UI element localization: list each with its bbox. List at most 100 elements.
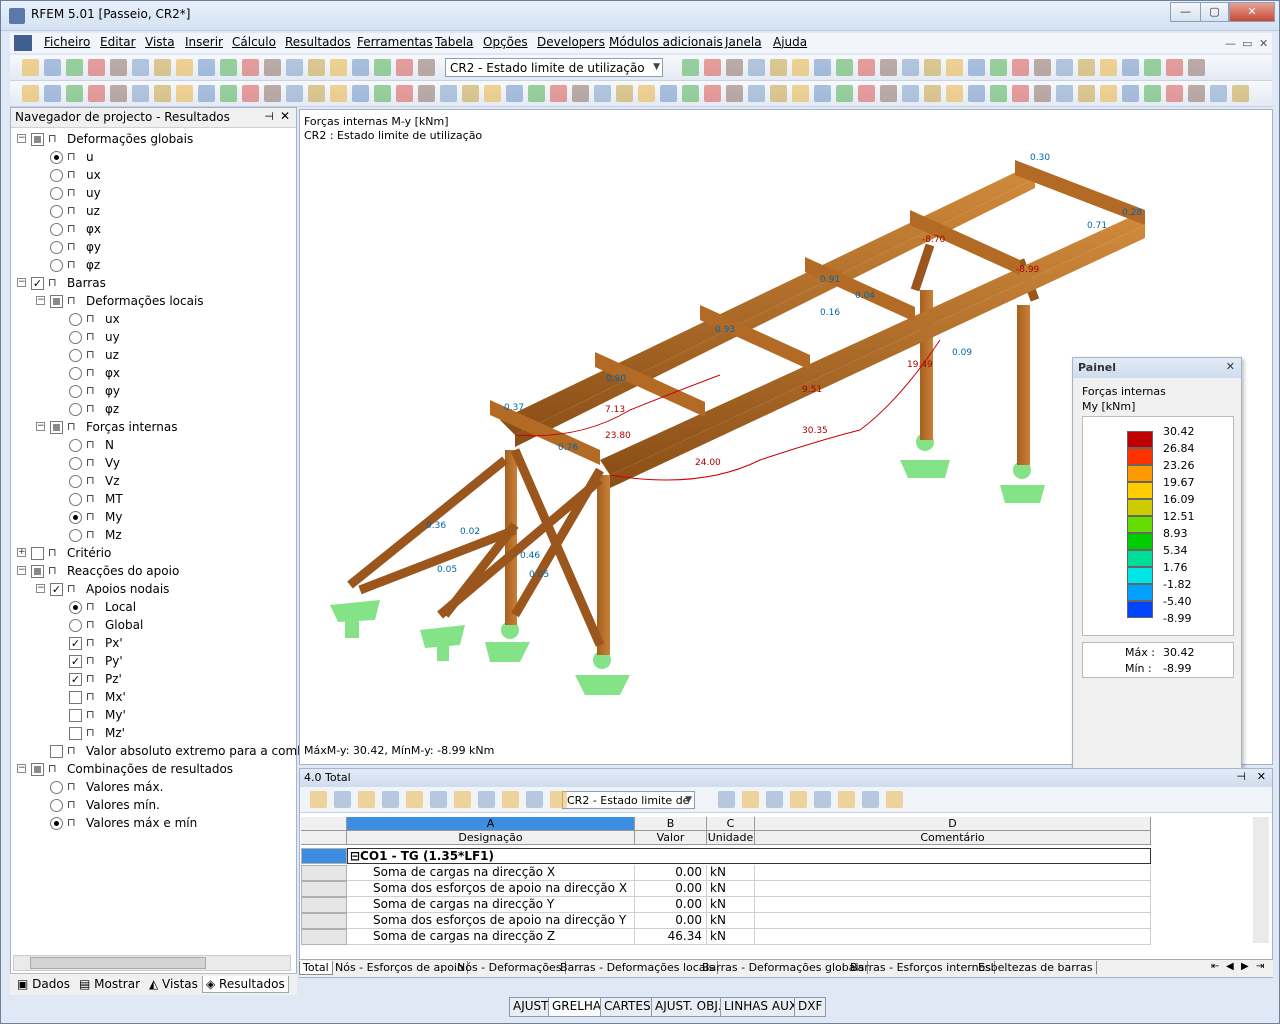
- toolbar-button-icon[interactable]: [352, 59, 369, 76]
- checkbox[interactable]: ✓: [69, 672, 82, 686]
- table-tab[interactable]: Barras - Deformações globais: [699, 961, 869, 974]
- toolbar-button-icon[interactable]: [814, 85, 831, 102]
- toolbar-button-icon[interactable]: [770, 85, 787, 102]
- menu-calculo[interactable]: Cálculo: [232, 35, 276, 49]
- toolbar-button-icon[interactable]: [22, 85, 39, 102]
- close-button[interactable]: ✕: [1229, 2, 1275, 22]
- toolbar-button-icon[interactable]: [1034, 85, 1051, 102]
- toolbar-button-icon[interactable]: [858, 59, 875, 76]
- toolbar-button-icon[interactable]: [1188, 59, 1205, 76]
- radio-button[interactable]: [50, 258, 63, 272]
- tree-item[interactable]: ⊓ Mx': [69, 688, 126, 706]
- toolbar-button-icon[interactable]: [550, 85, 567, 102]
- toolbar-button-icon[interactable]: [396, 85, 413, 102]
- toolbar-button-icon[interactable]: [1100, 85, 1117, 102]
- menu-tabela[interactable]: Tabela: [435, 35, 473, 49]
- radio-button[interactable]: [50, 780, 63, 794]
- pin-icon[interactable]: ⊣: [264, 110, 274, 123]
- toolbar-button-icon[interactable]: [1232, 85, 1249, 102]
- close-icon[interactable]: ✕: [1257, 770, 1266, 783]
- menu-ajuda[interactable]: Ajuda: [773, 35, 807, 49]
- tab-scroll-icon[interactable]: ⇥: [1256, 961, 1264, 972]
- toolbar-button-icon[interactable]: [308, 85, 325, 102]
- table-toolbar-button-icon[interactable]: [478, 791, 495, 808]
- toolbar-button-icon[interactable]: [748, 59, 765, 76]
- toolbar-button-icon[interactable]: [682, 85, 699, 102]
- toolbar-button-icon[interactable]: [902, 85, 919, 102]
- navigator-hscrollbar[interactable]: [13, 955, 291, 971]
- minimize-button[interactable]: —: [1170, 2, 1201, 22]
- toolbar-button-icon[interactable]: [198, 85, 215, 102]
- toolbar-button-icon[interactable]: [726, 59, 743, 76]
- toolbar-button-icon[interactable]: [968, 59, 985, 76]
- tree-item[interactable]: ⊓ N: [69, 436, 114, 454]
- toolbar-button-icon[interactable]: [132, 59, 149, 76]
- toolbar-button-icon[interactable]: [286, 59, 303, 76]
- checkbox[interactable]: [69, 708, 82, 722]
- mdi-close-icon[interactable]: ✕: [1259, 37, 1268, 50]
- toolbar-button-icon[interactable]: [1012, 59, 1029, 76]
- toolbar-button-icon[interactable]: [1100, 59, 1117, 76]
- radio-button[interactable]: [50, 150, 63, 164]
- toolbar-button-icon[interactable]: [1012, 85, 1029, 102]
- toolbar-button-icon[interactable]: [374, 59, 391, 76]
- toolbar-button-icon[interactable]: [968, 85, 985, 102]
- toolbar-button-icon[interactable]: [286, 85, 303, 102]
- tree-item[interactable]: ⊓ φz: [50, 256, 100, 274]
- radio-button[interactable]: [69, 348, 82, 362]
- table-toolbar-button-icon[interactable]: [766, 791, 783, 808]
- tree-item[interactable]: ⊓ ux: [69, 310, 120, 328]
- tree-item[interactable]: ⊓ My': [69, 706, 126, 724]
- table-toolbar-button-icon[interactable]: [814, 791, 831, 808]
- tree-item[interactable]: ⊓ φy: [50, 238, 101, 256]
- row-header[interactable]: [301, 848, 347, 864]
- toolbar-button-icon[interactable]: [308, 59, 325, 76]
- table-tab[interactable]: Nós - Deformações: [454, 961, 566, 974]
- toolbar-button-icon[interactable]: [44, 59, 61, 76]
- checkbox[interactable]: [31, 132, 44, 146]
- toolbar-button-icon[interactable]: [1144, 59, 1161, 76]
- table-toolbar-button-icon[interactable]: [718, 791, 735, 808]
- table-toolbar-button-icon[interactable]: [790, 791, 807, 808]
- table-toolbar-button-icon[interactable]: [862, 791, 879, 808]
- checkbox[interactable]: [31, 564, 44, 578]
- menu-ferramentas[interactable]: Ferramentas: [357, 35, 433, 49]
- toolbar-button-icon[interactable]: [594, 85, 611, 102]
- tree-item[interactable]: ⊓ φz: [69, 400, 119, 418]
- table-toolbar-button-icon[interactable]: [502, 791, 519, 808]
- table-toolbar-button-icon[interactable]: [550, 791, 567, 808]
- toolbar-button-icon[interactable]: [264, 59, 281, 76]
- table-toolbar-button-icon[interactable]: [526, 791, 543, 808]
- tab-resultados[interactable]: ◈ Resultados: [202, 976, 289, 993]
- mdi-restore-icon[interactable]: ▭: [1242, 37, 1252, 50]
- tree-item[interactable]: ⊓ φx: [69, 364, 120, 382]
- radio-button[interactable]: [69, 492, 82, 506]
- status-toggle-button[interactable]: DXF: [794, 997, 827, 1017]
- tree-item[interactable]: ⊓ u: [50, 148, 94, 166]
- toolbar-button-icon[interactable]: [704, 85, 721, 102]
- checkbox[interactable]: ✓: [69, 654, 82, 668]
- toolbar-button-icon[interactable]: [1122, 85, 1139, 102]
- radio-button[interactable]: [69, 510, 82, 524]
- toolbar-button-icon[interactable]: [836, 85, 853, 102]
- tree-item[interactable]: ⊓ φx: [50, 220, 101, 238]
- checkbox[interactable]: ✓: [50, 582, 63, 596]
- toolbar-button-icon[interactable]: [220, 59, 237, 76]
- toolbar-button-icon[interactable]: [924, 85, 941, 102]
- tab-scroll-icon[interactable]: ◀: [1226, 961, 1234, 972]
- checkbox[interactable]: [50, 294, 63, 308]
- tree-item[interactable]: ⊓ uy: [50, 184, 101, 202]
- toolbar-button-icon[interactable]: [110, 59, 127, 76]
- toolbar-button-icon[interactable]: [792, 59, 809, 76]
- table-tab[interactable]: Nós - Esforços de apoio: [332, 961, 468, 974]
- toolbar-button-icon[interactable]: [418, 85, 435, 102]
- app-menu-icon[interactable]: [14, 35, 32, 51]
- radio-button[interactable]: [50, 240, 63, 254]
- checkbox[interactable]: [69, 690, 82, 704]
- radio-button[interactable]: [69, 618, 82, 632]
- checkbox[interactable]: [31, 762, 44, 776]
- tree-item[interactable]: ✓ ⊓ Apoios nodais: [50, 580, 169, 598]
- toolbar-button-icon[interactable]: [220, 85, 237, 102]
- tree-item[interactable]: ⊓ Deformações globais: [31, 130, 193, 148]
- tree-item[interactable]: ⊓ Local: [69, 598, 136, 616]
